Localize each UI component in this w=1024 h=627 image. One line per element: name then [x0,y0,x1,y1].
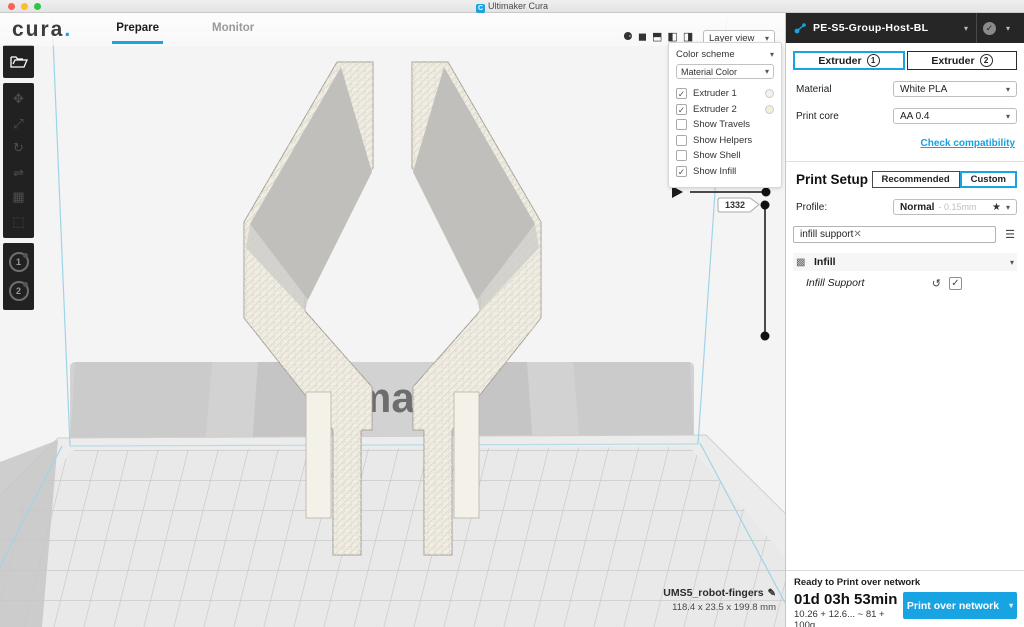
tab-prepare[interactable]: Prepare [112,13,163,46]
chevron-down-icon: ▾ [765,67,769,76]
color-scheme-dropdown[interactable]: Material Color▾ [676,64,774,79]
printer-status-icon[interactable]: ✓ [983,22,996,35]
material-dropdown[interactable]: White PLA▾ [893,81,1017,97]
setting-search-input[interactable]: infill support ✕ [793,226,996,243]
svg-text:1332: 1332 [725,200,745,210]
rename-model-icon[interactable]: ✎ [768,588,776,599]
clear-search-icon[interactable]: ✕ [853,229,861,240]
print-setup-title: Print Setup [793,172,872,187]
color-scheme-title: Color scheme [676,49,735,60]
print-core-label: Print core [793,111,893,122]
extruder-1-checkbox[interactable] [676,88,687,99]
chevron-down-icon[interactable]: ▾ [1000,24,1016,33]
extruder-tabs: Extruder 1 Extruder 2 [793,51,1017,70]
print-over-network-button[interactable]: Print over network▾ [903,592,1017,619]
chevron-down-icon[interactable]: ▾ [770,50,774,59]
chevron-down-icon: ▾ [1006,203,1010,212]
model-info: UMS5_robot-fingers ✎ 118.4 x 23.5 x 199.8… [620,587,776,613]
wall-shadow-right [573,362,694,446]
machine-selector[interactable]: PE-S5-Group-Host-BL ▾ ✓ ▾ [786,13,1024,43]
divider [976,13,977,43]
layer-number-tag: 1332 [718,198,759,212]
profile-dropdown[interactable]: Normal - 0.15mm ★ ▾ [893,199,1017,215]
tool-panel: ✥ ⤢ ↻ ⇌ ▦ ⬚ [3,83,34,238]
material-label: Material [793,84,893,95]
extruder-2-select-button[interactable]: 2 [9,281,29,301]
star-icon[interactable]: ★ [992,202,1001,213]
extruder-select-panel: 1 2 [3,243,34,310]
open-file-button[interactable] [10,54,28,69]
3d-view-icon[interactable]: ⚈ [623,31,633,43]
window-titlebar: CUltimaker Cura [0,0,1024,13]
show-shell-row: Show Shell [676,148,774,164]
show-helpers-row: Show Helpers [676,133,774,149]
job-status: Ready to Print over network [794,577,1024,588]
tab-monitor[interactable]: Monitor [208,13,258,46]
cura-app-icon: C [476,4,485,13]
settings-sidebar: PE-S5-Group-Host-BL ▾ ✓ ▾ Extruder 1 Ext… [785,13,1024,627]
model-dimensions: 118.4 x 23.5 x 199.8 mm [620,602,776,613]
extruder-1-visibility-row: Extruder 1 [676,86,774,102]
model-name: UMS5_robot-fingers [663,587,763,599]
window-title: CUltimaker Cura [0,0,1024,13]
show-infill-checkbox[interactable] [676,166,687,177]
top-view-icon[interactable]: ⬒ [652,31,662,43]
show-travels-checkbox[interactable] [676,119,687,130]
front-view-icon[interactable]: ◼ [638,31,647,43]
cura-logo-dot: . [64,18,72,41]
divider [786,161,1024,162]
machine-name: PE-S5-Group-Host-BL [813,22,958,34]
infill-section-header[interactable]: ▩ Infill ▾ [793,253,1017,271]
chevron-down-icon: ▾ [1006,85,1010,94]
extruder-1-number: 1 [867,54,880,67]
print-time-estimate: 01d 03h 53min [794,591,903,608]
infill-icon: ▩ [796,257,810,268]
extruder-1-color-swatch [765,89,774,98]
chevron-down-icon: ▾ [1006,112,1010,121]
chevron-down-icon: ▾ [1010,258,1014,267]
open-file-block [3,45,34,78]
extruder-2-tab[interactable]: Extruder 2 [907,51,1017,70]
extruder-2-checkbox[interactable] [676,104,687,115]
per-model-settings-icon[interactable]: ▦ [12,190,24,204]
rotate-tool-icon[interactable]: ↻ [13,141,24,155]
check-compatibility-link[interactable]: Check compatibility [921,138,1015,149]
profile-label: Profile: [793,202,893,213]
color-scheme-panel: Color scheme ▾ Material Color▾ Extruder … [668,42,782,188]
extruder-2-visibility-row: Extruder 2 [676,102,774,118]
cura-logo: cura. [12,18,72,42]
show-helpers-checkbox[interactable] [676,135,687,146]
show-infill-row: Show Infill [676,164,774,180]
custom-mode-button[interactable]: Custom [960,171,1017,188]
show-shell-checkbox[interactable] [676,150,687,161]
extruder-1-tab[interactable]: Extruder 1 [793,51,905,70]
right-support-tower [454,392,479,518]
infill-support-checkbox[interactable] [949,277,962,290]
reset-setting-icon[interactable]: ↺ [932,277,941,290]
scale-tool-icon[interactable]: ⤢ [13,117,23,131]
mirror-tool-icon[interactable]: ⇌ [13,166,24,180]
infill-support-setting: Infill Support ↺ [793,274,1017,292]
wall-shadow-left [70,362,212,446]
print-core-dropdown[interactable]: AA 0.4▾ [893,108,1017,124]
layer-slider-bottom-handle[interactable] [761,332,770,341]
show-travels-row: Show Travels [676,117,774,133]
support-blocker-icon[interactable]: ⬚ [12,215,24,229]
chevron-down-icon: ▾ [958,24,974,33]
chevron-down-icon: ▾ [1009,601,1013,610]
network-printer-icon [794,22,807,34]
setup-mode-switch: Recommended Custom [872,171,1017,188]
extruder-1-select-button[interactable]: 1 [9,252,29,272]
move-tool-icon[interactable]: ✥ [13,92,24,106]
job-summary-footer: Ready to Print over network 01d 03h 53mi… [786,570,1024,627]
left-support-tower [306,392,331,518]
material-estimate: 10.26 + 12.6... ~ 81 + 100g [794,609,903,627]
extruder-2-number: 2 [980,54,993,67]
setting-visibility-menu-icon[interactable]: ☰ [1003,228,1017,241]
layer-slider-top-handle[interactable] [761,201,770,210]
extruder-2-color-swatch [765,105,774,114]
recommended-mode-button[interactable]: Recommended [872,171,960,188]
